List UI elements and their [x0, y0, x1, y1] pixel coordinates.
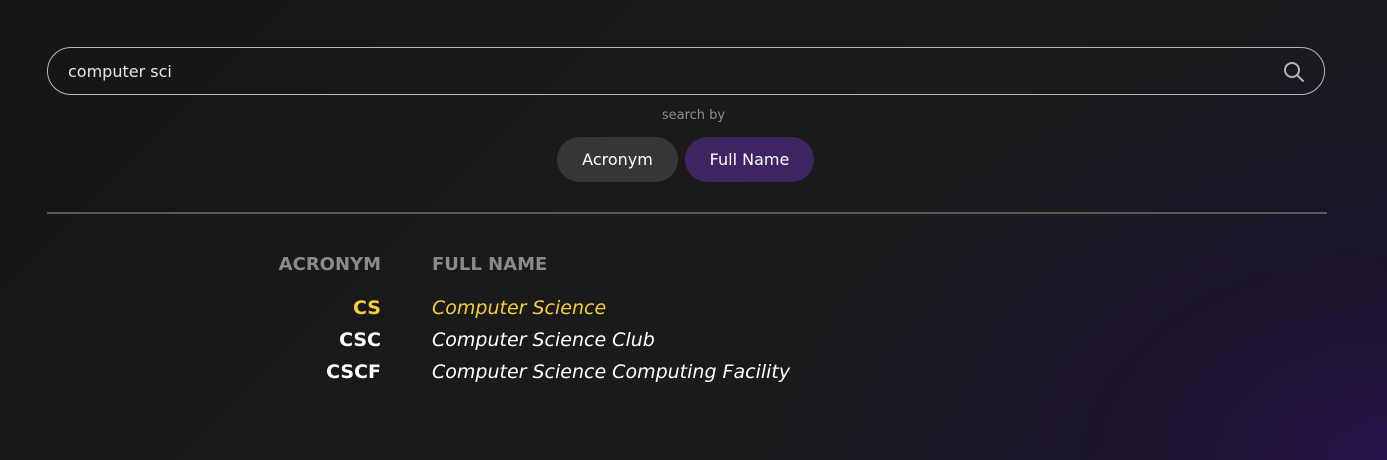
results-table: ACRONYM FULL NAME CS Computer Science CS…: [0, 250, 1387, 390]
acronym-cell: CSCF: [326, 361, 381, 383]
search-input[interactable]: [68, 48, 1248, 94]
search-mode-toggle: Acronym Full Name: [557, 137, 814, 182]
search-bar[interactable]: [47, 47, 1325, 95]
table-row[interactable]: CSC Computer Science Club: [0, 326, 1387, 358]
table-row[interactable]: CSCF Computer Science Computing Facility: [0, 358, 1387, 390]
acronym-cell: CS: [353, 297, 381, 319]
search-by-label: search by: [661, 108, 726, 123]
acronym-column-header: ACRONYM: [278, 254, 381, 275]
acronym-toggle-button[interactable]: Acronym: [557, 137, 678, 182]
search-icon[interactable]: [1282, 60, 1306, 84]
full-name-cell[interactable]: Computer Science Club: [432, 329, 1132, 351]
full-name-column-header: FULL NAME: [432, 254, 548, 275]
full-name-cell[interactable]: Computer Science Computing Facility: [432, 361, 1132, 383]
divider: [47, 212, 1327, 214]
full-name-cell[interactable]: Computer Science: [432, 297, 1132, 319]
table-row[interactable]: CS Computer Science: [0, 294, 1387, 326]
acronym-cell: CSC: [339, 329, 381, 351]
table-header: ACRONYM FULL NAME: [0, 250, 1387, 294]
full-name-toggle-button[interactable]: Full Name: [685, 137, 814, 182]
